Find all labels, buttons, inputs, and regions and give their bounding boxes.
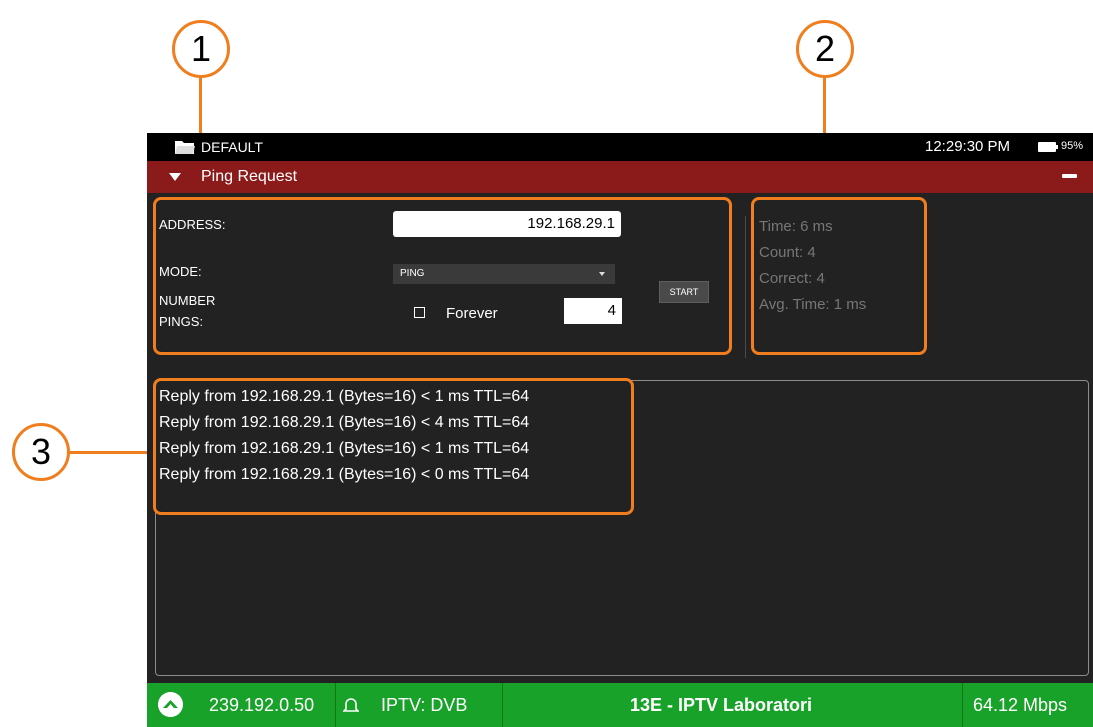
folder-icon[interactable]: [175, 140, 195, 155]
panel-title: Ping Request: [201, 168, 298, 185]
callout-1-highlight: [153, 197, 732, 355]
panel-title-bar[interactable]: Ping Request: [147, 161, 1093, 193]
minimize-icon[interactable]: [1062, 174, 1077, 178]
callout-3: 3: [12, 423, 70, 481]
channel-name[interactable]: 13E - IPTV Laboratori: [630, 695, 812, 716]
clock: 12:29:30 PM: [925, 138, 1011, 155]
callout-2-highlight: [751, 197, 927, 355]
callout-1: 1: [172, 20, 230, 78]
brand-logo-icon[interactable]: [158, 692, 183, 717]
multicast-address[interactable]: 239.192.0.50: [209, 695, 314, 716]
bitrate: 64.12 Mbps: [973, 695, 1068, 715]
collapse-arrow-icon[interactable]: [169, 173, 181, 181]
bell-icon[interactable]: [343, 696, 359, 713]
callout-3-highlight: [153, 378, 634, 515]
status-separator: [962, 683, 963, 727]
status-separator: [502, 683, 503, 727]
battery-percent: 95%: [1061, 140, 1084, 152]
bottom-status-bar: 239.192.0.50 IPTV: DVB 13E - IPTV Labora…: [147, 683, 1093, 727]
callout-3-line: [70, 451, 156, 454]
battery-icon: [1038, 142, 1058, 152]
top-status-bar: DEFAULT 12:29:30 PM 95%: [147, 133, 1093, 161]
callout-2: 2: [796, 20, 854, 78]
status-separator: [335, 683, 336, 727]
profile-name[interactable]: DEFAULT: [201, 139, 263, 155]
service-type: IPTV: DVB: [381, 695, 468, 715]
panel-divider: [745, 216, 746, 358]
